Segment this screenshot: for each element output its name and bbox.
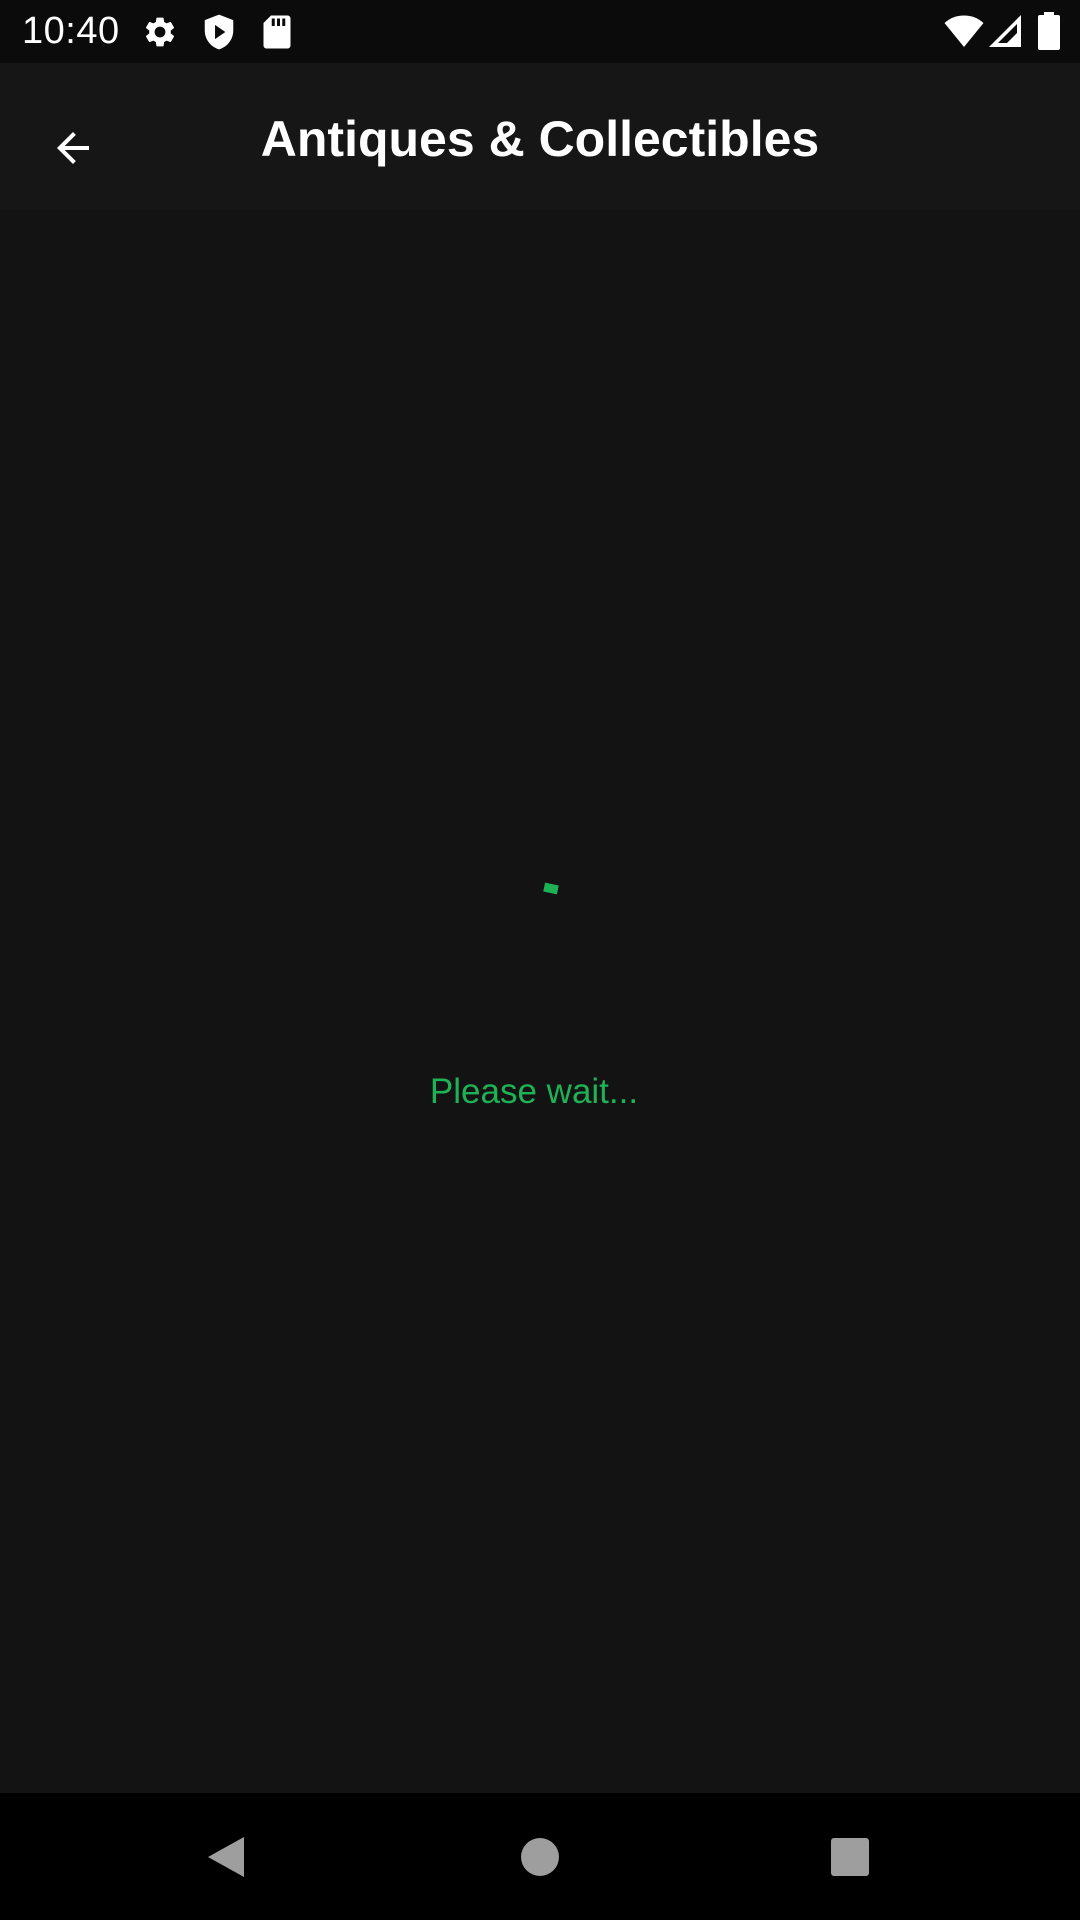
page-title: Antiques & Collectibles xyxy=(260,111,820,167)
loading-text: Please wait... xyxy=(429,1072,639,1111)
status-bar: 10:40 xyxy=(0,0,1080,63)
nav-home-button[interactable] xyxy=(500,1817,580,1897)
progress-spinner xyxy=(543,882,559,895)
nav-back-button[interactable] xyxy=(186,1817,266,1897)
gear-icon xyxy=(145,17,175,47)
home-circle-icon xyxy=(521,1838,559,1876)
battery-icon xyxy=(1038,12,1060,50)
shield-icon xyxy=(204,14,234,50)
screen: 10:40 Antiques & Collectibles Please wai… xyxy=(0,0,1080,1920)
recents-square-icon xyxy=(831,1838,869,1876)
navigation-bar xyxy=(0,1793,1080,1920)
sd-card-icon xyxy=(263,15,291,49)
app-bar: Antiques & Collectibles xyxy=(0,63,1080,210)
nav-recents-button[interactable] xyxy=(810,1817,890,1897)
loading-content: Please wait... xyxy=(0,210,1080,1793)
signal-icon xyxy=(989,15,1021,47)
back-triangle-icon xyxy=(208,1837,244,1877)
status-time: 10:40 xyxy=(22,10,120,52)
wifi-icon xyxy=(944,15,984,47)
